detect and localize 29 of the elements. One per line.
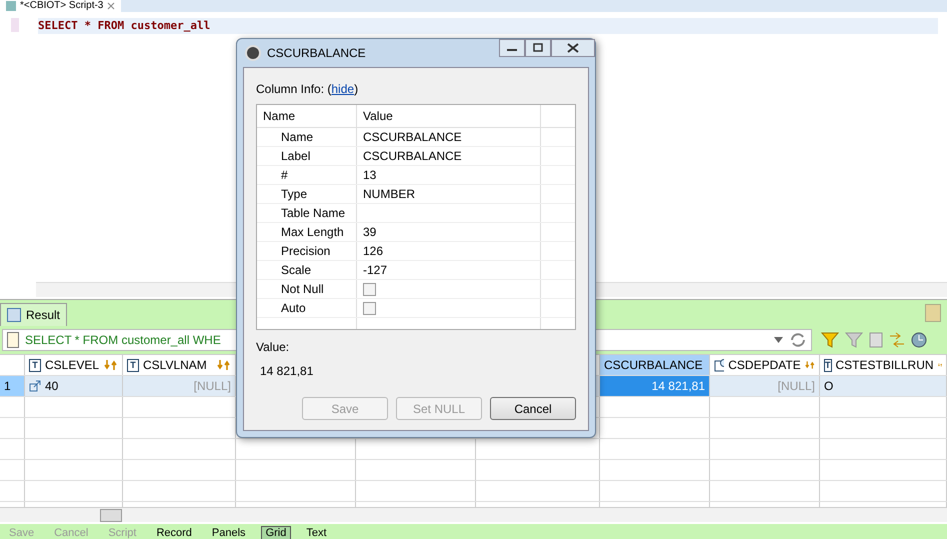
property-value: CSCURBALANCE [363,149,462,163]
text-type-icon: T [127,358,139,372]
value-text: 14 821,81 [260,364,314,378]
column-info-label: Column Info: (hide) [256,82,360,96]
property-name: Scale [281,263,312,277]
property-name: Auto [281,301,306,315]
value-label: Value: [256,340,290,354]
property-name: Not Null [281,282,324,296]
window-title: CSCURBALANCE [267,46,367,60]
property-value: 126 [363,244,384,258]
table-cell: 40 [25,376,123,396]
property-value: CSCURBALANCE [363,130,462,144]
property-value: 13 [363,168,376,182]
property-name: Type [281,187,308,201]
property-name: Max Length [281,225,344,239]
table-cell: [NULL] [123,376,236,396]
property-name: # [281,168,288,182]
text-type-icon: T [824,358,832,372]
property-name: Label [281,149,310,163]
text-type-icon: T [29,358,41,372]
table-cell: [NULL] [710,376,820,396]
property-name: Table Name [281,206,346,220]
property-name: Name [281,130,314,144]
table-cell: 14 821,81 [600,376,710,396]
property-name: Precision [281,244,330,258]
property-value: -127 [363,263,388,277]
property-value: NUMBER [363,187,416,201]
property-value: 39 [363,225,376,239]
table-cell: O [820,376,947,396]
